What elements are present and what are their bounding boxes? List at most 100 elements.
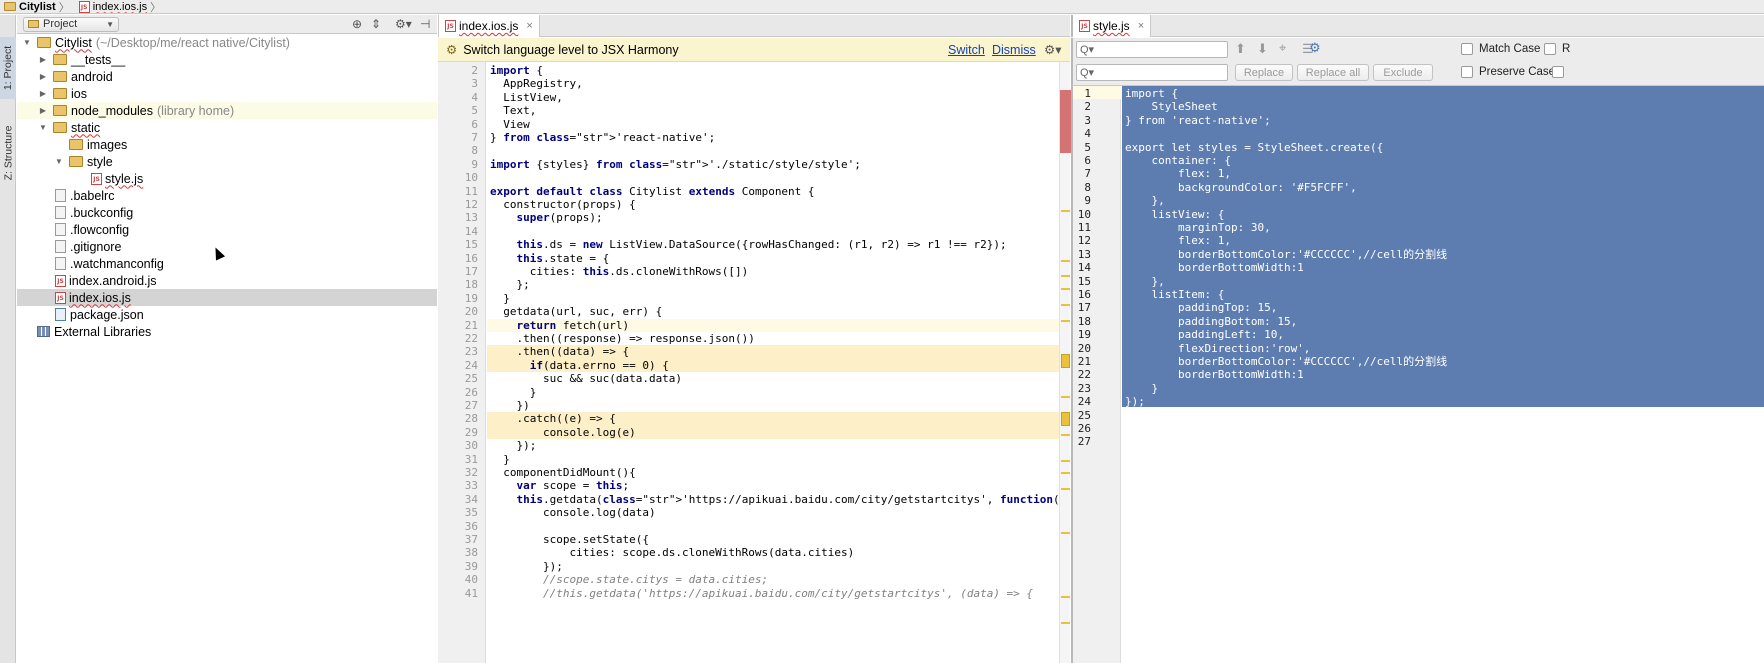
editor-tab-style-js[interactable]: JS style.js × bbox=[1073, 15, 1152, 37]
tree-node-label: index.android.js bbox=[69, 273, 157, 288]
code-line: //scope.state.citys = data.cities; bbox=[490, 573, 769, 587]
checkbox-box bbox=[1461, 43, 1473, 55]
dismiss-link[interactable]: Dismiss bbox=[992, 43, 1036, 57]
line-number: 15 bbox=[1077, 274, 1091, 288]
code-line: paddingBottom: 15, bbox=[1125, 314, 1298, 328]
project-view-selector[interactable]: Project ▼ bbox=[23, 16, 119, 32]
tree-node-file-selected[interactable]: JS index.ios.js bbox=[17, 289, 437, 306]
tree-node-folder[interactable]: ▼ style bbox=[17, 153, 437, 170]
replace-button[interactable]: Replace bbox=[1235, 64, 1293, 81]
code-line: console.log(e) bbox=[487, 425, 1059, 440]
line-number: 12 bbox=[1077, 234, 1091, 248]
tree-node-folder[interactable]: ▼ static bbox=[17, 119, 437, 136]
find-usages-icon[interactable]: ⌖ bbox=[1279, 40, 1286, 56]
code-line: .then((response) => response.json()) bbox=[490, 332, 755, 345]
library-icon bbox=[37, 326, 50, 337]
warning-marker[interactable] bbox=[1061, 488, 1070, 490]
tree-node-folder[interactable]: ▶ node_modules (library home) bbox=[17, 102, 437, 119]
warning-marker[interactable] bbox=[1061, 596, 1070, 598]
tree-node-file[interactable]: package.json bbox=[17, 306, 437, 323]
warning-marker[interactable] bbox=[1061, 472, 1070, 474]
tree-node-file[interactable]: .buckconfig bbox=[17, 204, 437, 221]
switch-link[interactable]: Switch bbox=[948, 43, 985, 57]
line-number: 10 bbox=[1077, 207, 1091, 221]
extra-checkbox[interactable] bbox=[1552, 66, 1570, 78]
tree-node-external-libraries[interactable]: External Libraries bbox=[17, 323, 437, 340]
tree-node-label: .watchmanconfig bbox=[70, 256, 164, 271]
code-line: }, bbox=[1125, 194, 1165, 208]
preserve-case-checkbox[interactable]: Preserve Case bbox=[1461, 66, 1555, 78]
tool-tab-structure[interactable]: Z: Structure bbox=[0, 113, 16, 193]
line-number: 23 bbox=[1077, 381, 1091, 395]
close-icon[interactable]: × bbox=[1138, 20, 1144, 32]
arrow-up-icon[interactable]: ⬆ bbox=[1235, 41, 1246, 57]
warning-marker[interactable] bbox=[1061, 622, 1070, 624]
js-file-icon: JS bbox=[55, 291, 66, 304]
replace-input[interactable]: Q▾ bbox=[1076, 64, 1228, 81]
gear-icon[interactable]: ⚙▾ bbox=[1044, 42, 1061, 57]
breadcrumb-item-file[interactable]: JS index.ios.js 〉 bbox=[78, 0, 164, 13]
replace-all-button[interactable]: Replace all bbox=[1297, 64, 1369, 81]
editor-tab-index-ios[interactable]: JS index.ios.js × bbox=[439, 15, 540, 37]
code-editor-style-js[interactable]: import { StyleSheet} from 'react-native'… bbox=[1122, 86, 1764, 663]
line-number: 14 bbox=[464, 224, 478, 238]
tree-node-label: __tests__ bbox=[71, 52, 126, 67]
tree-node-root[interactable]: ▼ Citylist (~/Desktop/me/react native/Ci… bbox=[17, 34, 437, 51]
collapsed-arrow-icon: ▶ bbox=[39, 89, 47, 98]
text-file-icon bbox=[55, 257, 66, 270]
tree-node-file[interactable]: JS index.android.js bbox=[17, 272, 437, 289]
line-number: 40 bbox=[464, 573, 478, 587]
folder-icon bbox=[69, 139, 83, 150]
regex-checkbox[interactable]: R bbox=[1544, 43, 1570, 55]
warning-marker[interactable] bbox=[1061, 532, 1070, 534]
code-line: this.state = { bbox=[516, 251, 610, 265]
line-number: 16 bbox=[464, 251, 478, 265]
code-editor-index-ios[interactable]: import { AppRegistry, ListView, Text, Vi… bbox=[487, 62, 1059, 663]
tree-node-file[interactable]: .watchmanconfig bbox=[17, 255, 437, 272]
code-line: borderBottomWidth:1 bbox=[1125, 368, 1304, 382]
tree-node-file[interactable]: .gitignore bbox=[17, 238, 437, 255]
tree-node-folder[interactable]: ▶ android bbox=[17, 68, 437, 85]
scroll-from-source-icon[interactable]: ⊕ bbox=[352, 17, 362, 31]
collapse-all-icon[interactable]: ⇕ bbox=[371, 17, 381, 31]
exclude-button[interactable]: Exclude bbox=[1373, 64, 1433, 81]
code-line: componentDidMount(){ bbox=[490, 466, 636, 479]
folder-icon bbox=[53, 88, 67, 99]
line-number: 2 bbox=[471, 64, 478, 77]
line-number: 13 bbox=[1077, 247, 1091, 261]
tree-node-label: .flowconfig bbox=[70, 222, 130, 237]
folder-icon bbox=[4, 2, 16, 11]
tree-node-file[interactable]: .babelrc bbox=[17, 187, 437, 204]
gear-icon[interactable]: ⚙▾ bbox=[395, 17, 412, 31]
tree-node-file[interactable]: JS style.js bbox=[17, 170, 437, 187]
search-icon: Q▾ bbox=[1080, 44, 1095, 56]
tree-node-folder[interactable]: ▶ __tests__ bbox=[17, 51, 437, 68]
line-number: 14 bbox=[1077, 261, 1091, 275]
close-icon[interactable]: × bbox=[526, 20, 532, 32]
tree-node-file[interactable]: .flowconfig bbox=[17, 221, 437, 238]
tree-node-folder[interactable]: ▶ ios bbox=[17, 85, 437, 102]
warning-marker[interactable] bbox=[1061, 460, 1070, 462]
line-number: 37 bbox=[464, 533, 478, 546]
project-view-label: Project bbox=[43, 18, 78, 30]
line-number: 24 bbox=[464, 358, 478, 372]
settings-icon[interactable]: ⚙ bbox=[1309, 40, 1321, 56]
code-line: AppRegistry, bbox=[490, 77, 583, 91]
search-input[interactable]: Q▾ bbox=[1076, 41, 1228, 58]
code-line: cities: this.ds.cloneWithRows([]) bbox=[490, 265, 749, 278]
line-number: 32 bbox=[464, 466, 478, 479]
js-file-icon: JS bbox=[78, 0, 90, 13]
breadcrumb-item-project[interactable]: Citylist 〉 bbox=[4, 0, 73, 13]
folder-icon bbox=[53, 105, 67, 116]
line-number-gutter-right: 1 2 3 4 5 6 7 8 9 10 11 12 13 14 15 16 17 18 19 20 21 22 23 24 2… bbox=[1071, 86, 1125, 663]
line-number: 8 bbox=[471, 144, 478, 158]
match-case-checkbox[interactable]: Match Case bbox=[1461, 43, 1540, 55]
tool-tab-project[interactable]: 1: Project bbox=[0, 37, 16, 99]
tree-node-folder[interactable]: images bbox=[17, 136, 437, 153]
hide-panel-icon[interactable]: ⊣ bbox=[420, 17, 430, 31]
tree-node-label: .buckconfig bbox=[70, 205, 134, 220]
arrow-down-icon[interactable]: ⬇ bbox=[1257, 41, 1268, 57]
editor-tab-bar: JS index.ios.js × bbox=[438, 15, 1070, 37]
collapsed-arrow-icon: ▶ bbox=[39, 106, 47, 115]
